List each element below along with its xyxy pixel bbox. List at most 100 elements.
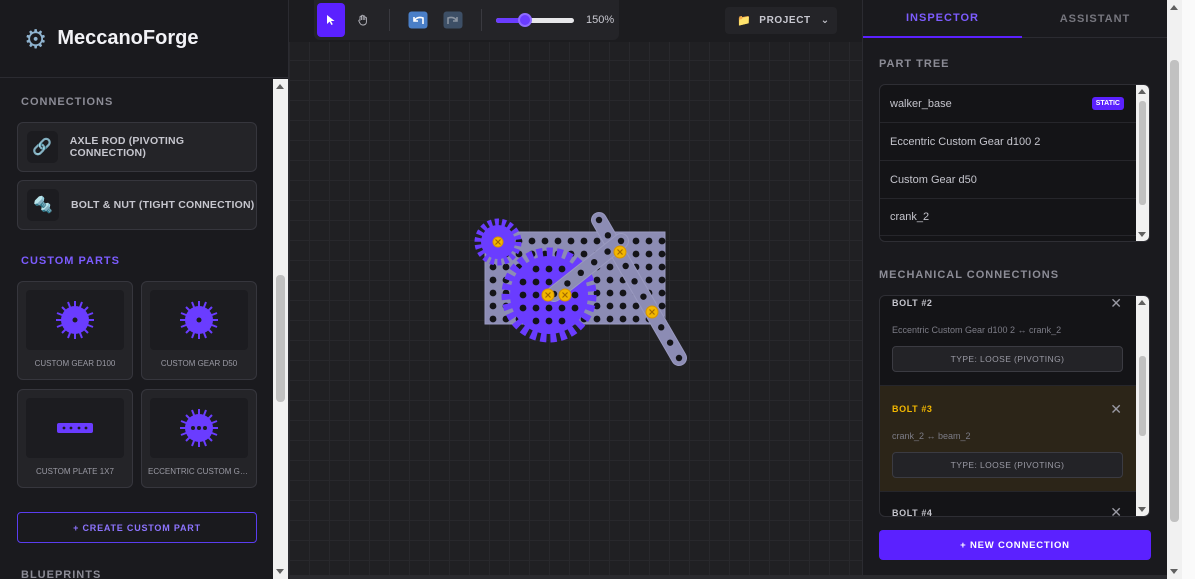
mechanical-connections-title: MECHANICAL CONNECTIONS xyxy=(879,269,1060,281)
create-custom-part-button[interactable]: + CREATE CUSTOM PART xyxy=(17,512,257,543)
scroll-down-arrow-icon[interactable] xyxy=(1170,569,1178,574)
mechanism-assembly[interactable] xyxy=(469,205,699,375)
undo-button[interactable] xyxy=(404,3,432,37)
zoom-level: 150% xyxy=(586,14,615,26)
bolt-nut-label: BOLT & NUT (TIGHT CONNECTION) xyxy=(71,199,255,211)
connection-bolt-4[interactable]: BOLT #4 ✕ xyxy=(880,492,1136,517)
tree-item-label: Custom Gear d50 xyxy=(890,173,977,186)
tree-item-label: walker_base xyxy=(890,97,952,110)
scroll-up-arrow-icon[interactable] xyxy=(1138,89,1146,94)
part-card-gear-d100[interactable]: CUSTOM GEAR D100 xyxy=(17,281,133,380)
close-icon[interactable]: ✕ xyxy=(1110,504,1122,516)
gear-logo-icon: ⚙ xyxy=(24,23,48,54)
panel-tabs: INSPECTOR ASSISTANT xyxy=(863,0,1168,38)
scroll-up-arrow-icon[interactable] xyxy=(1138,300,1146,305)
close-icon[interactable]: ✕ xyxy=(1110,296,1122,312)
connections-scrollbar[interactable] xyxy=(1136,296,1149,516)
cursor-icon xyxy=(327,15,335,25)
bolt-2-marker xyxy=(541,288,555,302)
connection-name: BOLT #4 xyxy=(892,508,933,517)
connection-description: crank_2 ↔ beam_2 xyxy=(892,431,971,441)
bolt-2b-marker xyxy=(558,288,572,302)
custom-gear-d50-part[interactable] xyxy=(474,218,522,266)
blueprints-section-title: BLUEPRINTS xyxy=(21,569,102,579)
plate-part-icon xyxy=(26,398,124,458)
part-card-plate-1x7[interactable]: CUSTOM PLATE 1X7 xyxy=(17,389,133,488)
tree-item-label: Eccentric Custom Gear d100 2 xyxy=(890,135,1041,148)
new-connection-button[interactable]: + NEW CONNECTION xyxy=(879,530,1151,560)
part-tree-title: PART TREE xyxy=(879,58,950,70)
toolbar-divider xyxy=(481,9,482,31)
workspace-canvas[interactable]: 150% 📁 PROJECT ⌄ xyxy=(289,0,862,579)
connection-name: BOLT #2 xyxy=(892,298,933,308)
connection-bolt-2[interactable]: BOLT #2 ✕ Eccentric Custom Gear d100 2 ↔… xyxy=(880,296,1136,386)
bolt-nut-icon: 🔩 xyxy=(27,189,59,221)
connection-type-button[interactable]: TYPE: LOOSE (PIVOTING) xyxy=(892,346,1123,372)
select-tool-button[interactable] xyxy=(317,3,345,37)
zoom-slider[interactable] xyxy=(496,13,574,27)
app-name: MeccanoForge xyxy=(57,27,199,49)
tree-item-gear-d50[interactable]: Custom Gear d50 xyxy=(880,161,1136,199)
connection-bolt-3[interactable]: BOLT #3 ✕ crank_2 ↔ beam_2 TYPE: LOOSE (… xyxy=(880,386,1136,492)
connection-name: BOLT #3 xyxy=(892,404,933,414)
tree-item-eccentric-gear[interactable]: Eccentric Custom Gear d100 2 xyxy=(880,123,1136,161)
close-icon[interactable]: ✕ xyxy=(1110,401,1122,418)
tree-item-crank-2[interactable]: crank_2 xyxy=(880,198,1136,236)
connection-type-button[interactable]: TYPE: LOOSE (PIVOTING) xyxy=(892,452,1123,478)
brand-header: ⚙ MeccanoForge xyxy=(0,0,288,78)
project-label: PROJECT xyxy=(759,15,811,26)
tab-assistant[interactable]: ASSISTANT xyxy=(1022,0,1168,38)
sidebar-scrollbar[interactable] xyxy=(273,79,288,579)
gear-part-icon xyxy=(26,290,124,350)
scroll-down-arrow-icon[interactable] xyxy=(276,569,284,574)
axle-rod-card[interactable]: 🔗 AXLE ROD (PIVOTING CONNECTION) xyxy=(17,122,257,172)
horizontal-scrollbar[interactable] xyxy=(289,575,1167,579)
scroll-up-arrow-icon[interactable] xyxy=(276,84,284,89)
undo-icon xyxy=(408,11,428,29)
scroll-down-arrow-icon[interactable] xyxy=(1138,232,1146,237)
scrollbar-thumb[interactable] xyxy=(1139,101,1146,205)
bolt-nut-card[interactable]: 🔩 BOLT & NUT (TIGHT CONNECTION) xyxy=(17,180,257,230)
folder-icon: 📁 xyxy=(737,15,752,27)
scroll-up-arrow-icon[interactable] xyxy=(1170,5,1178,10)
part-label-eccentric-gear: ECCENTRIC CUSTOM GEAR D100 xyxy=(148,467,256,476)
chevron-down-icon: ⌄ xyxy=(820,15,830,26)
axle-rod-label: AXLE ROD (PIVOTING CONNECTION) xyxy=(69,135,185,159)
part-tree: walker_base STATIC Eccentric Custom Gear… xyxy=(879,84,1150,242)
sidebar-scroll-area[interactable]: CONNECTIONS 🔗 AXLE ROD (PIVOTING CONNECT… xyxy=(0,79,273,579)
part-label-gear-d100: CUSTOM GEAR D100 xyxy=(34,359,116,368)
redo-icon xyxy=(443,11,463,29)
tree-item-label: crank_2 xyxy=(890,210,930,223)
scroll-down-arrow-icon[interactable] xyxy=(1138,507,1146,512)
connection-description: Eccentric Custom Gear d100 2 ↔ crank_2 xyxy=(892,325,1062,335)
part-card-eccentric-gear[interactable]: ECCENTRIC CUSTOM GEAR D100 xyxy=(141,389,257,488)
bolt-3-marker xyxy=(613,245,627,259)
link-icon: 🔗 xyxy=(27,131,58,163)
connections-section-title: CONNECTIONS xyxy=(21,96,114,108)
part-card-gear-d50[interactable]: CUSTOM GEAR D50 xyxy=(141,281,257,380)
page-scrollbar[interactable] xyxy=(1167,0,1182,579)
scrollbar-thumb[interactable] xyxy=(1139,356,1146,436)
tree-item-walker-base[interactable]: walker_base STATIC xyxy=(880,85,1136,123)
zoom-slider-knob[interactable] xyxy=(517,13,532,27)
eccentric-gear-part-icon xyxy=(150,398,248,458)
canvas-toolbar: 150% xyxy=(314,0,619,40)
part-tree-scrollbar[interactable] xyxy=(1136,85,1149,241)
left-sidebar: ⚙ MeccanoForge CONNECTIONS 🔗 AXLE ROD (P… xyxy=(0,0,289,579)
part-label-gear-d50: CUSTOM GEAR D50 xyxy=(160,359,238,368)
bolt-4-marker xyxy=(645,305,659,319)
inspector-panel: INSPECTOR ASSISTANT PART TREE walker_bas… xyxy=(862,0,1168,579)
part-label-plate-1x7: CUSTOM PLATE 1X7 xyxy=(36,467,114,476)
toolbar-divider xyxy=(389,9,390,31)
gear-part-icon xyxy=(150,290,248,350)
project-menu-button[interactable]: 📁 PROJECT ⌄ xyxy=(725,7,837,34)
static-badge: STATIC xyxy=(1091,97,1124,110)
tab-inspector[interactable]: INSPECTOR xyxy=(863,0,1022,38)
custom-parts-section-title: CUSTOM PARTS xyxy=(21,255,120,267)
window-edge xyxy=(1182,0,1195,579)
redo-button[interactable] xyxy=(439,3,467,37)
scrollbar-thumb[interactable] xyxy=(276,275,285,402)
pan-tool-button[interactable] xyxy=(349,3,377,37)
hand-icon xyxy=(358,14,367,26)
scrollbar-thumb[interactable] xyxy=(1170,60,1179,522)
